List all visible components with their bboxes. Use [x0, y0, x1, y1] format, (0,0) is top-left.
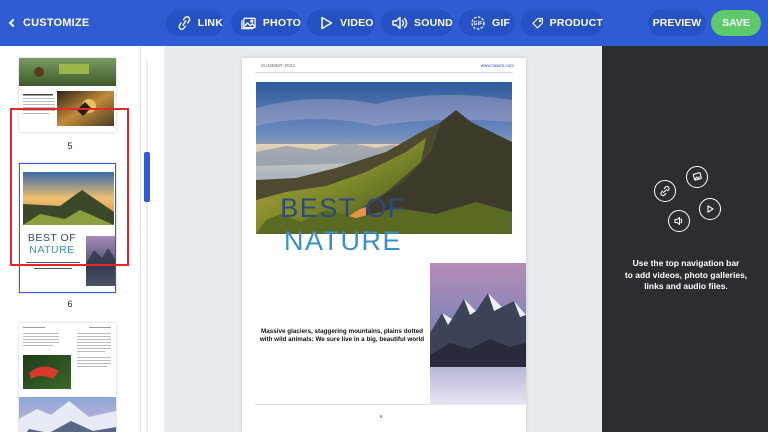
gif-button-label: GIF: [492, 17, 511, 29]
video-button-label: VIDEO: [340, 17, 374, 29]
mountain-side-image[interactable]: [430, 263, 526, 405]
thumbnail-page-number-selected: 6: [67, 299, 73, 309]
selected-page-highlight: [10, 108, 129, 266]
thumbnail-scroll-track: [140, 46, 164, 432]
thumbnail-7-preview: [19, 327, 116, 432]
hint-line: links and audio files.: [644, 281, 728, 291]
page-title-line2: NATURE: [283, 226, 402, 256]
page-number: 6: [380, 414, 383, 419]
product-button-label: PRODUCT: [549, 17, 603, 29]
page-header-right: www.nature.com: [480, 63, 514, 68]
thumbnail-scrollbar-handle[interactable]: [144, 152, 150, 202]
video-icon: [321, 16, 333, 30]
photo-icon: [686, 166, 708, 188]
customize-back-button[interactable]: CUSTOMIZE: [8, 14, 89, 32]
sound-button[interactable]: SOUND: [381, 10, 453, 36]
media-hint-panel: [602, 46, 768, 432]
product-button[interactable]: PRODUCT: [521, 10, 603, 36]
link-button[interactable]: LINK: [166, 10, 223, 36]
thumbnail-scroll-line: [146, 60, 148, 432]
hint-line: Use the top navigation bar: [632, 258, 740, 268]
link-icon: [654, 180, 676, 202]
preview-button[interactable]: PREVIEW: [648, 10, 706, 36]
page-thumbnail-7[interactable]: [19, 323, 116, 432]
sound-icon: [668, 210, 690, 232]
sound-button-label: SOUND: [414, 17, 453, 29]
gif-button[interactable]: GIF GIF: [459, 10, 515, 36]
photo-icon: [241, 17, 256, 30]
customize-label: CUSTOMIZE: [23, 17, 90, 29]
video-button[interactable]: VIDEO: [307, 10, 375, 36]
gif-icon: GIF: [471, 16, 485, 30]
product-tag-icon: [532, 17, 543, 29]
chevron-left-icon: [8, 18, 18, 28]
sound-icon: [392, 16, 408, 30]
link-icon: [178, 16, 191, 30]
page-title[interactable]: BEST OF NATURE: [256, 192, 430, 258]
hint-line: to add videos, photo galleries,: [624, 269, 748, 280]
photo-button[interactable]: PHOTO: [231, 10, 301, 36]
media-hint-text: Use the top navigation bar to add videos…: [612, 258, 760, 293]
page-header-left: SUMMER 2021: [261, 63, 296, 68]
video-icon: [699, 198, 721, 220]
page-title-line1: BEST OF: [280, 193, 406, 223]
page-description[interactable]: Massive glaciers, staggering mountains, …: [254, 328, 430, 345]
svg-text:GIF: GIF: [474, 21, 483, 27]
save-button[interactable]: SAVE: [711, 10, 761, 36]
link-button-label: LINK: [197, 17, 223, 29]
photo-button-label: PHOTO: [262, 17, 301, 29]
page-header-rule: [255, 72, 513, 73]
